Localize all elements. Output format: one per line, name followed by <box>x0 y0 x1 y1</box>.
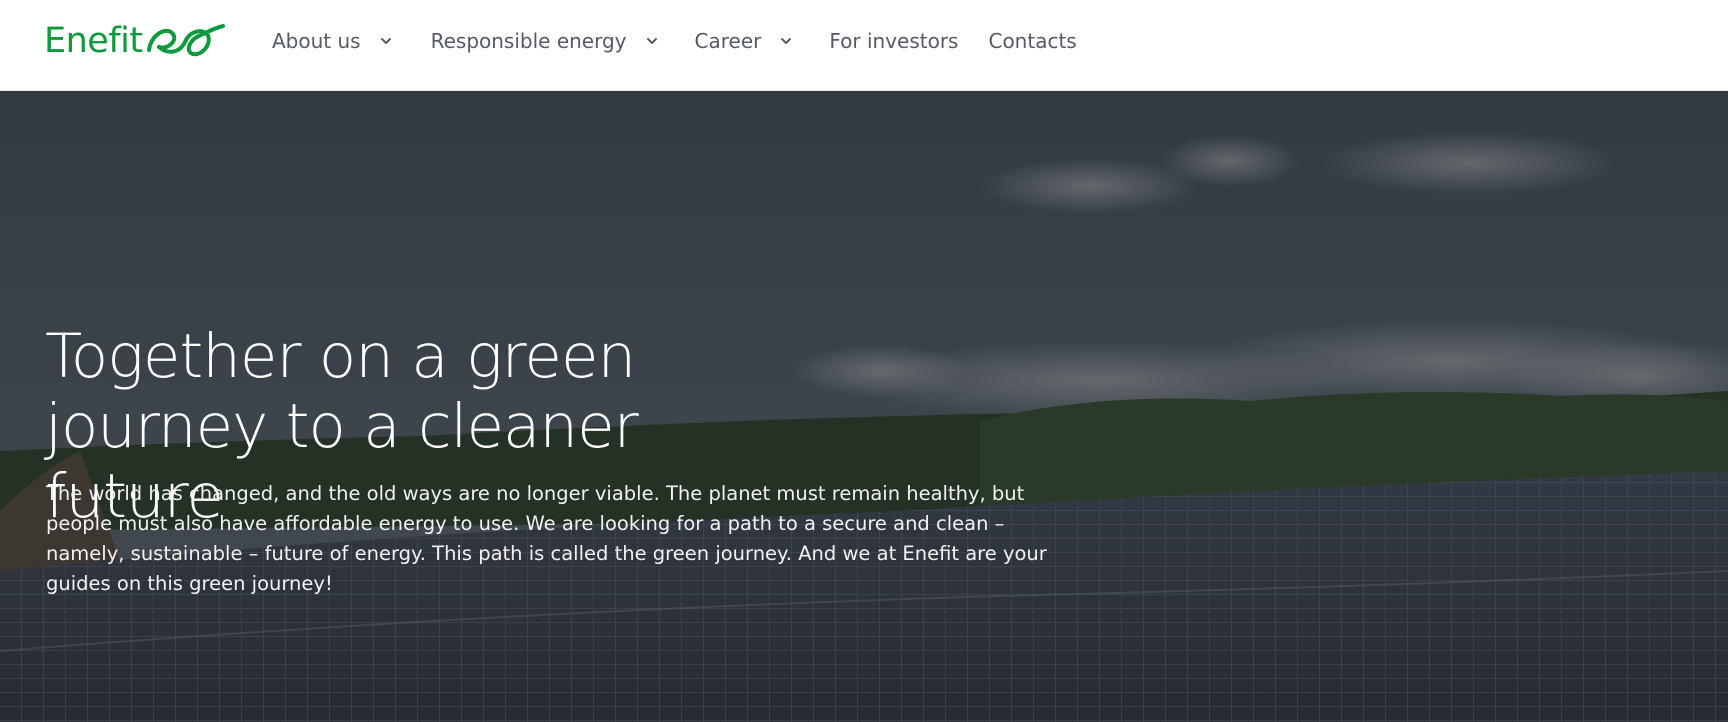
nav-for-investors-label: For investors <box>829 29 959 53</box>
nav-career[interactable]: Career <box>695 29 796 53</box>
main-nav: About us Responsible energy Career For i… <box>272 0 1077 82</box>
hero-title-line-1: Together on a green <box>45 321 636 392</box>
enefit-logo[interactable]: Enefit <box>44 20 225 62</box>
nav-career-label: Career <box>694 29 762 53</box>
site-header: Enefit About us Responsible energy Caree… <box>0 0 1728 91</box>
chevron-down-icon <box>646 38 657 44</box>
hero-description: The world has changed, and the old ways … <box>46 482 1047 595</box>
nav-about-us-label: About us <box>272 29 361 53</box>
nav-for-investors[interactable]: For investors <box>829 29 958 53</box>
nav-responsible-energy[interactable]: Responsible energy <box>431 29 661 53</box>
nav-responsible-energy-label: Responsible energy <box>430 29 627 53</box>
nav-about-us[interactable]: About us <box>272 29 395 53</box>
logo-wordmark: Enefit <box>44 20 143 61</box>
nav-contacts[interactable]: Contacts <box>988 29 1076 53</box>
hero-section: Together on a green journey to a cleaner… <box>0 91 1728 722</box>
chevron-down-icon <box>781 38 792 44</box>
logo-leaf-icon <box>146 24 225 57</box>
nav-contacts-label: Contacts <box>988 29 1077 53</box>
chevron-down-icon <box>380 38 391 44</box>
